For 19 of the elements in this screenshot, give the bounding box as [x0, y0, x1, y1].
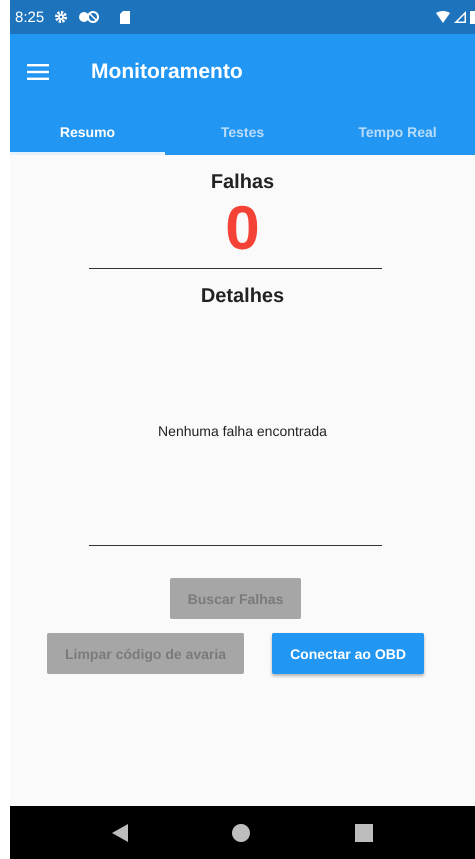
app-title: Monitoramento [91, 60, 243, 84]
back-icon[interactable] [112, 824, 128, 842]
empty-message: Nenhuma falha encontrada [158, 423, 327, 439]
details-heading: Detalhes [200, 285, 284, 308]
menu-icon[interactable] [27, 64, 49, 80]
battery-icon [470, 10, 475, 24]
sd-card-icon [120, 10, 130, 24]
gear-icon [54, 10, 68, 24]
signal-icon [454, 11, 466, 23]
tab[interactable]: Tempo Real [320, 110, 475, 155]
connect-button[interactable]: Conectar ao OBD [272, 633, 424, 674]
failures-heading: Falhas [210, 171, 274, 194]
failure-count: 0 [225, 196, 260, 262]
glasses-icon [78, 10, 100, 24]
home-icon[interactable] [232, 824, 250, 842]
recents-icon[interactable] [354, 824, 373, 842]
wifi-icon [436, 11, 450, 23]
tab[interactable]: Testes [165, 110, 320, 155]
status-time: 8:25 [15, 8, 44, 26]
